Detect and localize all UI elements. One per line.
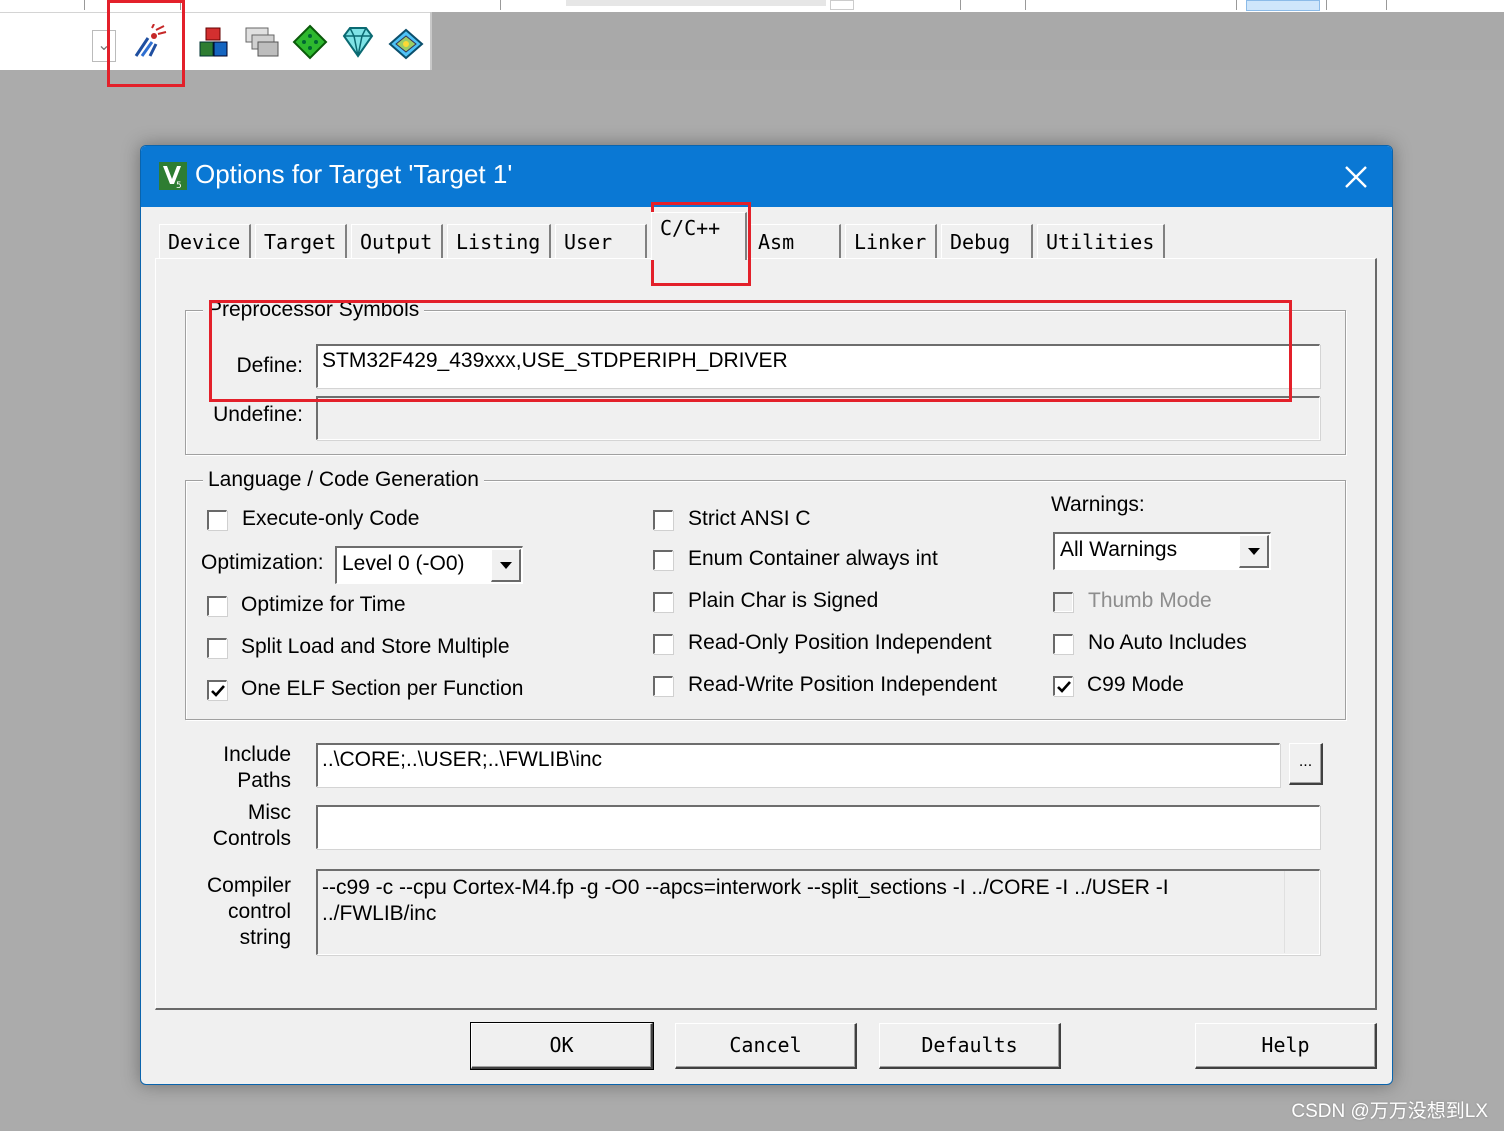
close-button[interactable] bbox=[1333, 154, 1379, 200]
undefine-label: Undefine: bbox=[213, 403, 303, 426]
misc-controls-input[interactable] bbox=[316, 805, 1320, 849]
toolbar-separator bbox=[430, 12, 432, 70]
rw-pi-label: Read-Write Position Independent bbox=[688, 673, 997, 696]
enum-container-label: Enum Container always int bbox=[688, 547, 938, 570]
include-paths-input[interactable]: ..\CORE;..\USER;..\FWLIB\inc bbox=[316, 743, 1280, 787]
c99-mode-checkbox[interactable] bbox=[1053, 676, 1073, 696]
keil-app-icon: 5 bbox=[159, 162, 187, 191]
optimization-label: Optimization: bbox=[201, 551, 324, 574]
compiler-control-line-2: ../FWLIB/inc bbox=[322, 902, 437, 925]
tab-debug[interactable]: Debug bbox=[941, 224, 1033, 258]
tab-output[interactable]: Output bbox=[351, 224, 443, 258]
cancel-button[interactable]: Cancel bbox=[675, 1023, 857, 1069]
dialog-title-bar[interactable]: 5 Options for Target 'Target 1' bbox=[141, 146, 1392, 207]
ro-pi-checkbox[interactable] bbox=[653, 634, 673, 654]
compiler-control-label-3: string bbox=[239, 926, 291, 949]
compiler-control-label-1: Compiler bbox=[206, 874, 291, 897]
manage-project-items-icon[interactable] bbox=[196, 24, 232, 60]
tab-utilities[interactable]: Utilities bbox=[1037, 224, 1165, 258]
c99-mode-label: C99 Mode bbox=[1087, 673, 1184, 696]
chevron-down-icon bbox=[500, 562, 512, 569]
thumb-mode-checkbox bbox=[1053, 592, 1073, 612]
tab-c-cpp[interactable]: C/C++ bbox=[651, 212, 747, 260]
strict-ansi-checkbox[interactable] bbox=[653, 510, 673, 530]
include-paths-browse-button[interactable]: ... bbox=[1289, 743, 1323, 785]
optimize-time-checkbox[interactable] bbox=[207, 596, 227, 616]
split-load-checkbox[interactable] bbox=[207, 638, 227, 658]
check-icon bbox=[211, 685, 225, 697]
warnings-dropdown-arrow[interactable] bbox=[1239, 535, 1269, 568]
language-group-label: Language / Code Generation bbox=[203, 468, 484, 492]
one-elf-label: One ELF Section per Function bbox=[241, 677, 524, 700]
ok-button[interactable]: OK bbox=[470, 1022, 654, 1070]
undefine-input[interactable] bbox=[316, 396, 1320, 440]
select-packs-icon[interactable] bbox=[244, 24, 280, 60]
warnings-select[interactable]: All Warnings bbox=[1053, 532, 1271, 570]
optimization-value: Level 0 (-O0) bbox=[342, 552, 465, 575]
enum-container-checkbox[interactable] bbox=[653, 550, 673, 570]
optimization-select[interactable]: Level 0 (-O0) bbox=[335, 546, 523, 584]
compiler-control-line-1: --c99 -c --cpu Cortex-M4.fp -g -O0 --apc… bbox=[322, 876, 1169, 899]
misc-controls-label-2: Controls bbox=[212, 827, 291, 850]
one-elf-checkbox[interactable] bbox=[207, 680, 227, 700]
include-paths-label-1: Include bbox=[223, 743, 291, 766]
svg-text:5: 5 bbox=[176, 181, 182, 190]
highlight-options-icon bbox=[107, 0, 185, 87]
check-icon bbox=[1057, 681, 1071, 693]
tab-listing[interactable]: Listing bbox=[447, 224, 551, 258]
workspace-area bbox=[432, 12, 1504, 70]
no-auto-includes-label: No Auto Includes bbox=[1088, 631, 1247, 654]
misc-controls-label-1: Misc bbox=[247, 801, 291, 824]
compiler-control-label-2: control bbox=[227, 900, 291, 923]
tab-device[interactable]: Device bbox=[159, 224, 251, 258]
watermark: CSDN @万万没想到LX bbox=[1291, 1101, 1488, 1122]
no-auto-includes-checkbox[interactable] bbox=[1053, 634, 1073, 654]
execute-only-label: Execute-only Code bbox=[242, 507, 420, 530]
tab-linker[interactable]: Linker bbox=[845, 224, 937, 258]
plain-char-label: Plain Char is Signed bbox=[688, 589, 879, 612]
compiler-control-scrollbar[interactable] bbox=[1284, 871, 1319, 953]
help-button[interactable]: Help bbox=[1195, 1023, 1377, 1069]
dialog-title: Options for Target 'Target 1' bbox=[195, 159, 513, 189]
close-icon bbox=[1345, 166, 1367, 188]
thumb-mode-label: Thumb Mode bbox=[1088, 589, 1212, 612]
pack-installer-icon[interactable] bbox=[340, 24, 376, 60]
manage-run-time-icon[interactable] bbox=[292, 24, 328, 60]
software-packs-icon[interactable] bbox=[388, 24, 424, 60]
tab-asm[interactable]: Asm bbox=[749, 224, 841, 258]
plain-char-checkbox[interactable] bbox=[653, 592, 673, 612]
tab-user[interactable]: User bbox=[555, 224, 647, 258]
warnings-value: All Warnings bbox=[1060, 538, 1178, 561]
chevron-down-icon bbox=[1248, 548, 1260, 555]
tab-target[interactable]: Target bbox=[255, 224, 347, 258]
execute-only-checkbox[interactable] bbox=[207, 510, 227, 530]
optimization-dropdown-arrow[interactable] bbox=[491, 549, 521, 582]
highlight-define-field bbox=[209, 300, 1292, 402]
split-load-label: Split Load and Store Multiple bbox=[241, 635, 510, 658]
strict-ansi-label: Strict ANSI C bbox=[688, 507, 811, 530]
ro-pi-label: Read-Only Position Independent bbox=[688, 631, 992, 654]
rw-pi-checkbox[interactable] bbox=[653, 676, 673, 696]
defaults-button[interactable]: Defaults bbox=[879, 1023, 1061, 1069]
options-dialog: 5 Options for Target 'Target 1' Device T… bbox=[140, 145, 1393, 1085]
optimize-time-label: Optimize for Time bbox=[241, 593, 406, 616]
include-paths-label-2: Paths bbox=[237, 769, 291, 792]
warnings-label: Warnings: bbox=[1051, 493, 1145, 516]
compiler-control-string[interactable]: --c99 -c --cpu Cortex-M4.fp -g -O0 --apc… bbox=[316, 869, 1320, 955]
